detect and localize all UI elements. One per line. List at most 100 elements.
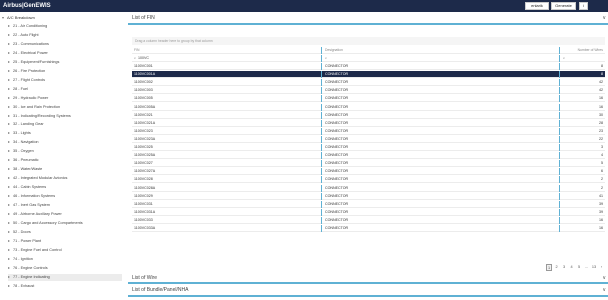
- designation-cell: CONNECTOR: [323, 127, 560, 135]
- tree-item-label: 38 - Water/Waste: [13, 167, 43, 172]
- tree-item[interactable]: ▸ 77 - Engine Indicating: [8, 273, 122, 281]
- table-row[interactable]: 1100VC003 CONNECTOR 42: [132, 87, 605, 95]
- designation-cell: CONNECTOR: [323, 103, 560, 111]
- tree-item[interactable]: ▸ 73 - Engine Fuel and Control: [8, 247, 122, 254]
- tree-item[interactable]: ▸ 76 - Engine Controls: [8, 265, 122, 272]
- pager: 1 2 3 4 5... 13 ›: [546, 264, 606, 271]
- grid-header: FIN Designation Number of Wires: [132, 47, 605, 54]
- designation-cell: CONNECTOR: [323, 87, 560, 95]
- group-by-area[interactable]: Drag a column header here to group by th…: [132, 37, 605, 45]
- fin-filter-cell[interactable]: ⌕ 100VC: [132, 55, 322, 62]
- wires-cell: 6: [601, 169, 603, 174]
- table-row[interactable]: 1100VC001A CONNECTOR 8: [132, 71, 605, 79]
- tree-item[interactable]: ▸ 52 - Doors: [8, 229, 122, 236]
- tree-item[interactable]: ▸ 36 - Pneumatic: [8, 157, 122, 164]
- table-row[interactable]: 1100VC027 CONNECTOR 5: [132, 160, 605, 168]
- table-row[interactable]: 1100VC021 CONNECTOR 30: [132, 111, 605, 119]
- table-row[interactable]: 1100VC028A CONNECTOR 2: [132, 184, 605, 192]
- table-row[interactable]: 1100VC005A CONNECTOR 16: [132, 103, 605, 111]
- tree-item[interactable]: ▸ 29 - Hydraulic Power: [8, 95, 122, 102]
- page-button[interactable]: 2: [554, 264, 560, 271]
- designation-cell: CONNECTOR: [323, 119, 560, 127]
- tree-item[interactable]: ▸ 28 - Fuel: [8, 86, 122, 93]
- enlarik-button[interactable]: enlarik: [525, 2, 549, 10]
- tree-item-label: 21 - Air Conditioning: [13, 24, 48, 28]
- table-row[interactable]: 1100VC033A CONNECTOR 16: [132, 225, 605, 232]
- tree-item[interactable]: ▸ 32 - Landing Gear: [8, 121, 122, 128]
- app-title: Airbus|GenEWIS: [3, 3, 51, 9]
- wires-cell: 42: [599, 80, 603, 85]
- page-button[interactable]: ...: [584, 264, 590, 271]
- tree-item[interactable]: ▸ 21 - Air Conditioning: [8, 23, 122, 30]
- page-button[interactable]: 13: [591, 264, 597, 271]
- tree-item[interactable]: ▸ 49 - Airborne Auxiliary Power: [8, 211, 122, 218]
- page-button[interactable]: 1: [546, 264, 552, 271]
- table-row[interactable]: 1100VC002 CONNECTOR 42: [132, 79, 605, 87]
- tree-item[interactable]: ▸ 44 - Cabin Systems: [8, 184, 122, 191]
- tree-item[interactable]: ▸ 47 - Inert Gas System: [8, 202, 122, 209]
- tree-root[interactable]: ▾ A/C Breakdown: [2, 15, 35, 21]
- designation-filter-cell[interactable]: ⌕: [323, 55, 560, 62]
- info-button[interactable]: i: [579, 2, 588, 10]
- table-row[interactable]: 1100VC023A CONNECTOR 22: [132, 135, 605, 143]
- wires-filter-cell[interactable]: ⌕: [561, 55, 605, 62]
- tree-item[interactable]: ▸ 71 - Power Plant: [8, 238, 122, 245]
- generate-button[interactable]: Generate: [551, 2, 576, 10]
- bundle-panel-title[interactable]: List of Bundle/Panel/NHA: [132, 286, 188, 294]
- chevron-down-icon[interactable]: ∨: [602, 14, 606, 22]
- wire-panel-title[interactable]: List of Wire: [132, 274, 157, 282]
- chevron-down-icon[interactable]: ∨: [602, 274, 606, 282]
- tree-item[interactable]: ▸ 24 - Electrical Power: [8, 50, 122, 57]
- tree-item[interactable]: ▸ 74 - Ignition: [8, 256, 122, 263]
- table-row[interactable]: 1100VC028 CONNECTOR 2: [132, 176, 605, 184]
- table-row[interactable]: 1100VC021A CONNECTOR 28: [132, 119, 605, 127]
- next-page-button[interactable]: ›: [599, 264, 605, 271]
- designation-cell: CONNECTOR: [323, 160, 560, 168]
- tree-item[interactable]: ▸ 42 - Integrated Modular Avionics: [8, 175, 122, 182]
- table-row[interactable]: 1100VC025 CONNECTOR 3: [132, 144, 605, 151]
- page-button[interactable]: 3: [561, 264, 567, 271]
- tree-item[interactable]: ▸ 46 - Information Systems: [8, 193, 122, 200]
- fin-cell: 1100VC025A: [132, 152, 322, 160]
- tree-item-label: 50 - Cargo and Accessory Compartments: [13, 220, 83, 225]
- designation-cell: CONNECTOR: [323, 111, 560, 119]
- column-header-fin[interactable]: FIN: [132, 47, 322, 54]
- tree-item[interactable]: ▸ 50 - Cargo and Accessory Compartments: [8, 220, 122, 227]
- tree-item[interactable]: ▸ 34 - Navigation: [8, 139, 122, 146]
- chevron-down-icon[interactable]: ∨: [602, 286, 606, 294]
- tree-item[interactable]: ▸ 35 - Oxygen: [8, 148, 122, 155]
- fin-filter-input[interactable]: 100VC: [138, 56, 149, 60]
- wires-cell: 42: [599, 88, 603, 93]
- tree-item[interactable]: ▸ 38 - Water/Waste: [8, 166, 122, 173]
- table-row[interactable]: 1100VC025A CONNECTOR 4: [132, 152, 605, 160]
- tree-item[interactable]: ▸ 31 - Indicating/Recording Systems: [8, 113, 122, 120]
- table-row[interactable]: 1100VC027A CONNECTOR 6: [132, 168, 605, 176]
- table-row[interactable]: 1100VC029 CONNECTOR 41: [132, 192, 605, 200]
- table-row[interactable]: 1100VC031A CONNECTOR 39: [132, 208, 605, 216]
- tree-item[interactable]: ▸ 78 - Exhaust: [8, 283, 122, 290]
- column-header-designation[interactable]: Designation: [323, 47, 560, 54]
- fin-cell: 1100VC003: [132, 87, 322, 95]
- tree-item[interactable]: ▸ 23 - Communications: [8, 41, 122, 48]
- main-area: List of FIN ∨ Drag a column header here …: [128, 12, 608, 300]
- tree-item[interactable]: ▸ 22 - Auto Flight: [8, 32, 122, 39]
- tree-item[interactable]: ▸ 25 - Equipment/Furnishings: [8, 59, 122, 66]
- designation-cell: CONNECTOR: [323, 79, 560, 87]
- panel-divider: [128, 295, 608, 297]
- fin-panel-title[interactable]: List of FIN: [132, 14, 155, 22]
- table-row[interactable]: 1100VC033 CONNECTOR 16: [132, 216, 605, 224]
- tree-item[interactable]: ▸ 33 - Lights: [8, 130, 122, 137]
- tree-item[interactable]: ▸ 27 - Flight Controls: [8, 77, 122, 84]
- page-button[interactable]: 4: [569, 264, 575, 271]
- tree-item-label: 44 - Cabin Systems: [13, 185, 47, 190]
- table-row[interactable]: 1100VC031 CONNECTOR 39: [132, 200, 605, 208]
- page-button[interactable]: 5: [576, 264, 582, 271]
- column-header-wires[interactable]: Number of Wires: [561, 47, 605, 54]
- table-row[interactable]: 1100VC005 CONNECTOR 16: [132, 95, 605, 103]
- fin-cell: 1100VC001A: [132, 71, 322, 79]
- tree-item[interactable]: ▸ 30 - Ice and Rain Protection: [8, 104, 122, 111]
- table-row[interactable]: 1100VC001 CONNECTOR 8: [132, 63, 605, 70]
- tree-item[interactable]: ▸ 26 - Fire Protection: [8, 68, 122, 75]
- search-icon: ⌕: [563, 56, 566, 60]
- table-row[interactable]: 1100VC023 CONNECTOR 23: [132, 127, 605, 135]
